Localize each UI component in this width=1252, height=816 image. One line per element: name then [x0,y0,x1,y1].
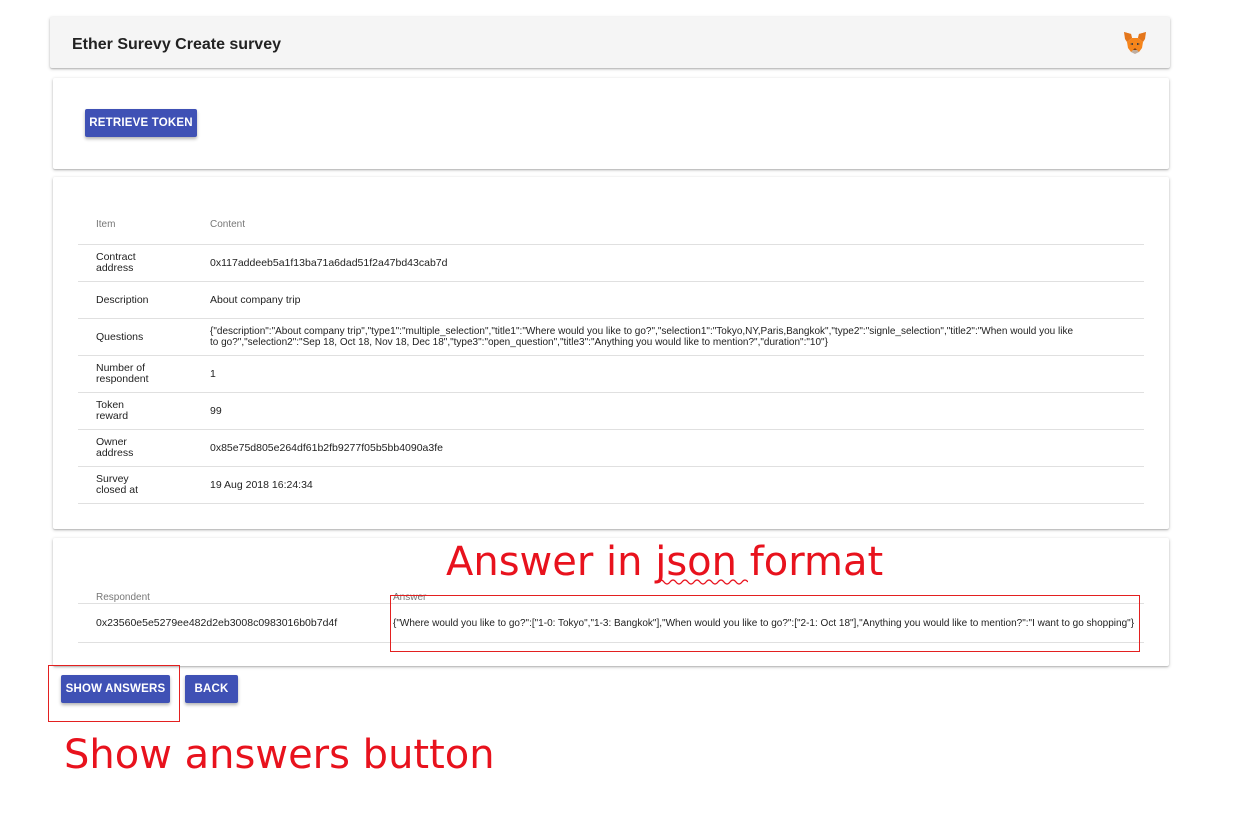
column-header-respondent: Respondent [96,592,150,603]
row-value: 1 [210,355,1144,393]
column-header-item: Item [96,218,116,230]
table-row: Description About company trip [78,281,1144,319]
column-header-content: Content [210,218,246,230]
table-row: Number of respondent 1 [78,355,1144,393]
show-answers-highlight-box [48,665,180,722]
row-value: About company trip [210,281,1144,319]
show-answers-annotation: Show answers button [64,732,495,778]
row-label: Number of respondent [78,355,210,393]
row-label: Questions [78,318,210,356]
table-row: Token reward 99 [78,392,1144,430]
app-title: Ether Surevy Create survey [72,36,281,53]
answer-json-highlight-box [390,595,1140,652]
survey-details-card: Item Content Contract address 0x117addee… [53,177,1169,529]
app-bar: Ether Surevy Create survey [50,17,1170,68]
token-card: RETRIEVE TOKEN [53,78,1169,169]
table-row: Survey closed at 19 Aug 2018 16:24:34 [78,466,1144,504]
table-row: Questions {"description":"About company … [78,318,1144,356]
survey-details-table: Item Content Contract address 0x117addee… [78,204,1144,504]
row-value: 19 Aug 2018 16:24:34 [210,466,1144,504]
respondent-address: 0x23560e5e5279ee482d2eb3008c0983016b0b7d… [78,603,393,643]
spellcheck-squiggle [658,579,748,585]
metamask-fox-icon[interactable] [1122,30,1148,56]
row-value: {"description":"About company trip","typ… [210,318,1144,356]
row-label: Survey closed at [78,466,210,504]
row-label: Owner address [78,429,210,467]
row-label: Contract address [78,244,210,282]
row-value: 99 [210,392,1144,430]
table-row: Contract address 0x117addeeb5a1f13ba71a6… [78,244,1144,282]
row-value: 0x85e75d805e264df61b2fb9277f05b5bb4090a3… [210,429,1144,467]
table-row: Owner address 0x85e75d805e264df61b2fb927… [78,429,1144,467]
back-button[interactable]: BACK [185,675,238,703]
row-label: Token reward [78,392,210,430]
retrieve-token-button[interactable]: RETRIEVE TOKEN [85,109,197,137]
row-label: Description [78,281,210,319]
row-value: 0x117addeeb5a1f13ba71a6dad51f2a47bd43cab… [210,244,1144,282]
